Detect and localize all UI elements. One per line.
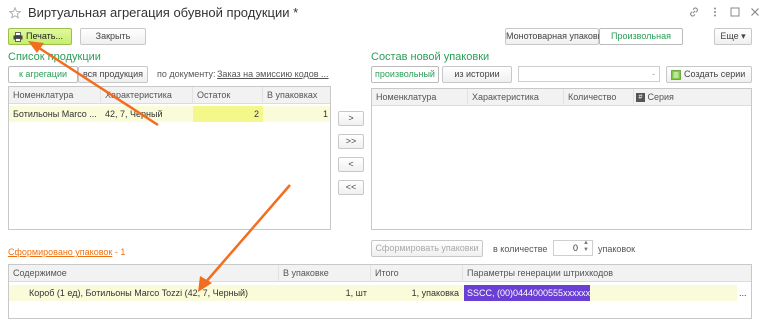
col-quantity[interactable]: Количество — [564, 89, 634, 106]
create-series-label: Создать серии — [684, 69, 746, 79]
formed-table-header: Содержимое В упаковке Итого Параметры ге… — [9, 265, 751, 282]
table-row[interactable]: Короб (1 ед), Ботильоны Marco Tozzi (42,… — [9, 285, 751, 301]
cell-characteristic: 42, 7, Черный — [105, 109, 163, 119]
arbitrary-packaging-button[interactable]: Произвольная — [599, 28, 683, 45]
quantity-value: 0 — [572, 243, 578, 253]
more-button-label: Еще — [720, 31, 739, 41]
cell-in-package: 1, шт — [345, 288, 367, 298]
link-icon[interactable] — [688, 6, 700, 18]
col-nomenclature[interactable]: Номенклатура — [372, 89, 468, 106]
col-barcode-params[interactable]: Параметры генерации штрихкодов — [463, 265, 751, 282]
window-title: Виртуальная агрегация обувной продукции … — [28, 5, 299, 20]
formed-packages-count: - 1 — [112, 247, 126, 257]
favorite-star-icon[interactable] — [9, 7, 21, 19]
chevron-down-icon: - — [652, 69, 655, 79]
cell-in-packages: 1 — [322, 109, 328, 119]
chevron-down-icon: ▾ — [741, 31, 746, 41]
tab-from-history[interactable]: из истории — [442, 66, 512, 83]
col-in-package[interactable]: В упаковке — [279, 265, 371, 282]
print-button-label: Печать... — [26, 31, 63, 41]
move-left-button[interactable]: < — [338, 157, 364, 172]
printer-icon — [13, 32, 23, 42]
col-remainder[interactable]: Остаток — [193, 87, 263, 104]
products-table: Номенклатура Характеристика Остаток В уп… — [8, 86, 331, 230]
close-button[interactable]: Закрыть — [80, 28, 146, 45]
create-series-icon — [671, 70, 681, 80]
col-total[interactable]: Итого — [371, 265, 463, 282]
cell-remainder: 2 — [193, 106, 263, 122]
history-select[interactable]: - — [518, 66, 660, 82]
formed-packages-table: Содержимое В упаковке Итого Параметры ге… — [8, 264, 752, 319]
tab-arbitrary[interactable]: произвольный — [371, 66, 439, 83]
col-characteristic[interactable]: Характеристика — [101, 87, 193, 104]
col-content[interactable]: Содержимое — [9, 265, 279, 282]
tab-all-products[interactable]: вся продукция — [78, 66, 148, 83]
move-all-left-button[interactable]: << — [338, 180, 364, 195]
products-list-title: Список продукции — [8, 51, 101, 63]
quantity-label: в количестве — [493, 244, 548, 254]
print-button[interactable]: Печать... — [8, 28, 72, 45]
form-packages-button[interactable]: Сформировать упаковки — [371, 240, 483, 257]
cell-content: Короб (1 ед), Ботильоны Marco Tozzi (42,… — [29, 288, 249, 298]
formed-packages-heading: Сформировано упаковок - 1 — [8, 247, 125, 257]
document-link[interactable]: Заказ на эмиссию кодов ... — [217, 69, 329, 79]
move-right-button[interactable]: > — [338, 111, 364, 126]
col-nomenclature[interactable]: Номенклатура — [9, 87, 101, 104]
col-characteristic[interactable]: Характеристика — [468, 89, 564, 106]
quantity-stepper[interactable]: 0 ▲ ▼ — [553, 240, 593, 256]
new-package-title: Состав новой упаковки — [371, 51, 490, 63]
products-table-header: Номенклатура Характеристика Остаток В уп… — [9, 87, 330, 104]
formed-packages-link[interactable]: Сформировано упаковок — [8, 247, 112, 257]
more-button[interactable]: Еще ▾ — [714, 28, 752, 45]
maximize-icon[interactable] — [729, 6, 741, 18]
table-row[interactable]: Ботильоны Marco ... 42, 7, Черный 2 1 — [9, 106, 330, 122]
create-series-button[interactable]: Создать серии — [666, 66, 752, 83]
cell-nomenclature: Ботильоны Marco ... — [13, 109, 97, 119]
by-document-label: по документу: — [157, 69, 216, 79]
col-in-packages[interactable]: В упаковках — [263, 87, 330, 104]
close-icon[interactable] — [749, 6, 761, 18]
cell-barcode[interactable]: SSCC, (00)0444000555xxxxxxxx — [464, 285, 590, 301]
hash-icon: # — [636, 93, 645, 103]
packages-label: упаковок — [598, 244, 636, 254]
new-package-table-header: Номенклатура Характеристика Количество #… — [372, 89, 751, 106]
new-package-table: Номенклатура Характеристика Количество #… — [371, 88, 752, 230]
mono-packaging-button[interactable]: Монотоварная упаковка — [505, 28, 607, 45]
stepper-arrows-icon[interactable]: ▲ ▼ — [583, 240, 589, 254]
barcode-ellipsis-button[interactable]: ... — [737, 285, 751, 301]
move-all-right-button[interactable]: >> — [338, 134, 364, 149]
cell-total: 1, упаковка — [411, 288, 459, 298]
more-icon[interactable] — [709, 6, 721, 18]
col-series-label: Серия — [647, 92, 674, 102]
tab-to-aggregation[interactable]: к агрегации — [8, 66, 78, 83]
col-series[interactable]: # Серия — [634, 89, 751, 106]
